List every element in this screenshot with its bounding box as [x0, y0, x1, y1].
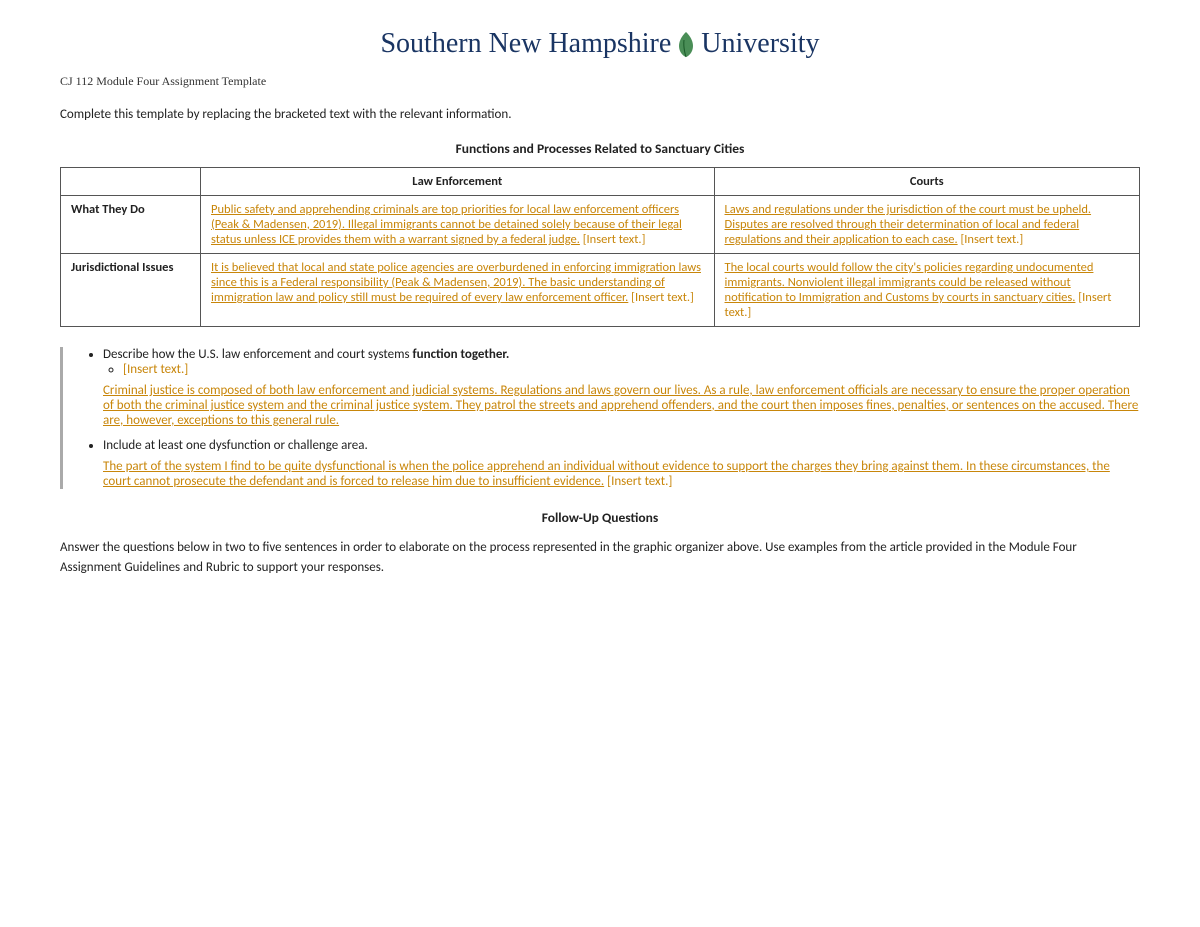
row2-law-text: It is believed that local and state poli… — [211, 260, 701, 305]
logo-text: Southern New Hampshire — [380, 30, 671, 58]
row2-courts-cell: The local courts would follow the city's… — [714, 254, 1139, 327]
sub-bullet-item-1: [Insert text.] — [123, 362, 1140, 377]
bullet-list: Describe how the U.S. law enforcement an… — [103, 347, 1140, 377]
row1-label: What They Do — [61, 196, 201, 254]
header: Southern New Hampshire University — [60, 30, 1140, 58]
functions-table: Law Enforcement Courts What They Do Publ… — [60, 167, 1140, 327]
row2-law-bracket: [Insert text.] — [631, 290, 694, 305]
table-row: What They Do Public safety and apprehend… — [61, 196, 1140, 254]
row2-courts-text: The local courts would follow the city's… — [725, 260, 1094, 305]
footer-instructions: Answer the questions below in two to fiv… — [60, 538, 1140, 577]
item2-bracket: [Insert text.] — [607, 474, 672, 489]
col-empty-header — [61, 168, 201, 196]
row1-courts-cell: Laws and regulations under the jurisdict… — [714, 196, 1139, 254]
row1-law-cell: Public safety and apprehending criminals… — [201, 196, 715, 254]
logo-leaf-icon — [675, 30, 697, 58]
bullet-item-2: Include at least one dysfunction or chal… — [103, 438, 1140, 453]
bullet-item-1: Describe how the U.S. law enforcement an… — [103, 347, 1140, 377]
page: Southern New Hampshire University CJ 112… — [0, 0, 1200, 927]
snhu-logo: Southern New Hampshire University — [60, 30, 1140, 58]
sub-bracket: [Insert text.] — [123, 362, 188, 377]
row2-law-cell: It is believed that local and state poli… — [201, 254, 715, 327]
row1-courts-bracket: [Insert text.] — [960, 232, 1023, 247]
table-row: Jurisdictional Issues It is believed tha… — [61, 254, 1140, 327]
logo-text2: University — [701, 30, 819, 58]
table-section-heading: Functions and Processes Related to Sanct… — [60, 140, 1140, 157]
sub-bullet-list: [Insert text.] — [123, 362, 1140, 377]
row1-law-bracket: [Insert text.] — [583, 232, 646, 247]
item1-body-text: Criminal justice is composed of both law… — [103, 383, 1138, 428]
follow-up-heading: Follow-Up Questions — [60, 509, 1140, 526]
bullet-section: Describe how the U.S. law enforcement an… — [60, 347, 1140, 489]
bullet-list-2: Include at least one dysfunction or chal… — [103, 438, 1140, 453]
assignment-title: CJ 112 Module Four Assignment Template — [60, 74, 1140, 89]
row1-courts-text: Laws and regulations under the jurisdict… — [725, 202, 1092, 247]
row2-label: Jurisdictional Issues — [61, 254, 201, 327]
col-law-header: Law Enforcement — [201, 168, 715, 196]
col-courts-header: Courts — [714, 168, 1139, 196]
instructions-text: Complete this template by replacing the … — [60, 107, 1140, 122]
